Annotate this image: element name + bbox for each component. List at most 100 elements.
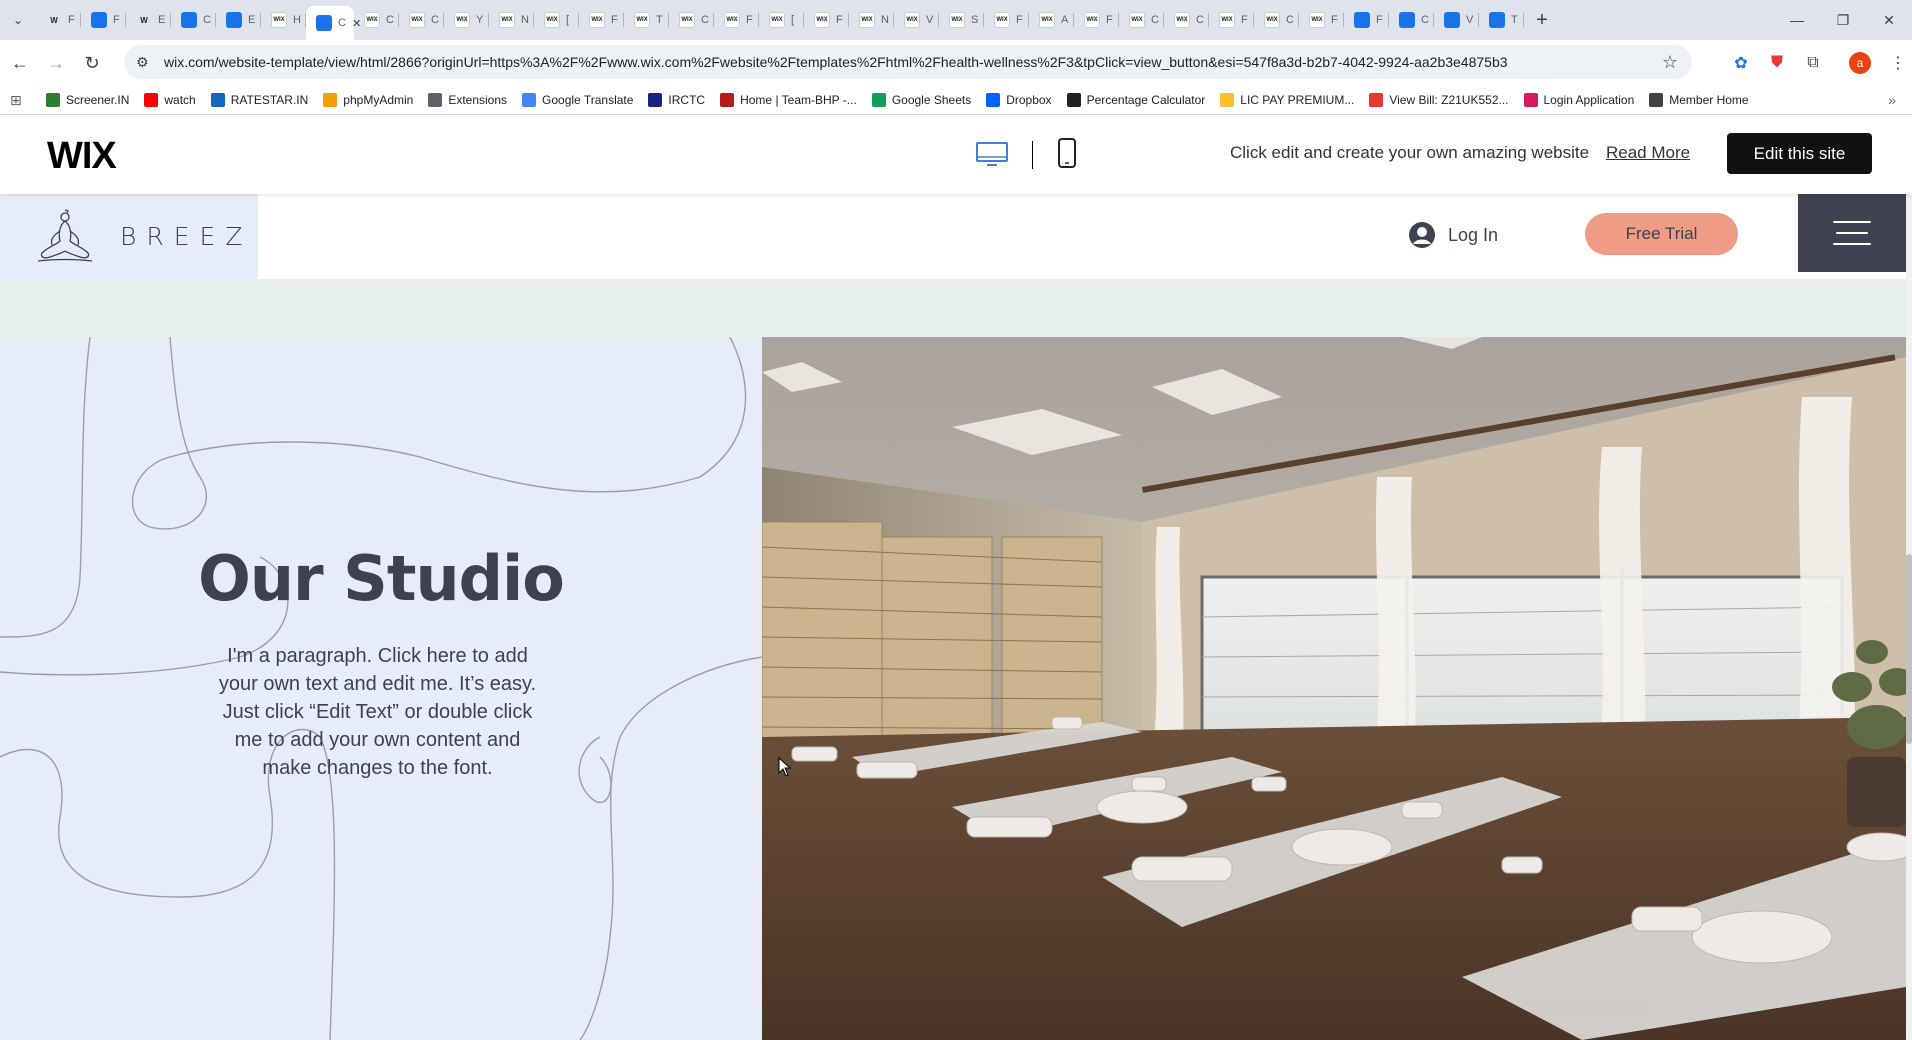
bookmark-item[interactable]: View Bill: Z21UK552... <box>1369 93 1509 107</box>
tab[interactable]: WIX N <box>489 5 534 35</box>
read-more-link[interactable]: Read More <box>1606 143 1690 163</box>
hamburger-menu-button[interactable] <box>1798 194 1906 272</box>
bookmark-favicon-icon <box>428 93 443 107</box>
tab-favicon-icon: W <box>50 15 58 25</box>
minimize-button[interactable]: — <box>1774 0 1820 40</box>
url-text[interactable]: wix.com/website-template/view/html/2866?… <box>164 54 1508 70</box>
tab-label: F <box>1241 14 1248 26</box>
tab[interactable]: C <box>1389 5 1434 35</box>
desktop-view-icon[interactable] <box>975 141 1009 167</box>
bookmark-item[interactable]: Google Sheets <box>871 93 971 107</box>
bookmark-item[interactable]: Percentage Calculator <box>1066 93 1206 107</box>
free-trial-button[interactable]: Free Trial <box>1585 213 1738 255</box>
scrollbar-thumb[interactable] <box>1906 554 1912 744</box>
hero-paragraph: I'm a paragraph. Click here to add your … <box>218 645 537 779</box>
bookmark-item[interactable]: Member Home <box>1649 93 1749 107</box>
tab-favicon-icon: WIX <box>859 12 875 28</box>
tab-active[interactable]: C ✕ <box>306 6 361 40</box>
bookmark-label: Percentage Calculator <box>1086 93 1206 107</box>
tab[interactable]: V <box>1434 5 1479 35</box>
bookmark-item[interactable]: phpMyAdmin <box>323 93 413 107</box>
tab-label: F <box>1106 14 1113 26</box>
shield-extension-icon[interactable]: ⛊ <box>1763 49 1791 77</box>
site-logo[interactable]: BREEZ <box>0 194 258 279</box>
tab[interactable]: WIX N <box>849 5 894 35</box>
tab-favicon-icon <box>1399 12 1415 28</box>
tab[interactable]: WIX C <box>1254 5 1299 35</box>
tab[interactable]: WF <box>36 5 81 35</box>
bookmark-item[interactable]: LIC PAY PREMIUM... <box>1220 93 1354 107</box>
tab-favicon-icon: WIX <box>1264 12 1280 28</box>
kebab-menu-icon[interactable]: ⋮ <box>1884 49 1912 77</box>
tab-label: [ <box>566 14 570 26</box>
bookmark-item[interactable]: RATESTAR.IN <box>210 93 308 107</box>
tab[interactable]: WIX V <box>894 5 939 35</box>
tab-label: T <box>1511 14 1518 26</box>
login-link[interactable]: Log In <box>1408 221 1498 249</box>
new-tab-button[interactable]: + <box>1524 0 1560 40</box>
bookmark-favicon-icon <box>210 93 225 107</box>
restore-button[interactable]: ❐ <box>1820 0 1866 40</box>
more-bookmarks-icon[interactable]: » <box>1888 92 1896 108</box>
tab-favicon-icon <box>1444 12 1460 28</box>
bookmark-star-icon[interactable]: ☆ <box>1662 52 1678 73</box>
tab[interactable]: WIX C <box>399 5 444 35</box>
tab-label: C <box>1196 14 1204 26</box>
edit-this-site-button[interactable]: Edit this site <box>1727 133 1872 174</box>
tab[interactable]: WIX F <box>714 5 759 35</box>
bookmark-item[interactable]: IRCTC <box>648 93 705 107</box>
tab[interactable]: WIX A <box>1029 5 1074 35</box>
tab[interactable]: WIX F <box>1074 5 1119 35</box>
tab[interactable]: WIX C <box>1164 5 1209 35</box>
tab[interactable]: WIX C <box>1119 5 1164 35</box>
profile-avatar[interactable]: a <box>1849 52 1871 74</box>
tab[interactable]: WIX T <box>624 5 669 35</box>
bookmark-item[interactable]: Dropbox <box>986 93 1052 107</box>
login-label[interactable]: Log In <box>1448 225 1498 246</box>
tab[interactable]: WIX [ <box>759 5 804 35</box>
tab[interactable]: T <box>1479 5 1524 35</box>
device-separator <box>1032 141 1033 169</box>
bookmark-item[interactable]: watch <box>144 93 196 107</box>
mobile-view-icon[interactable] <box>1057 137 1077 169</box>
tab[interactable]: F <box>81 5 126 35</box>
tab[interactable]: WIX F <box>804 5 849 35</box>
back-button[interactable]: ← <box>2 45 38 81</box>
bookmark-item[interactable]: Screener.IN <box>46 93 129 107</box>
tab-favicon-icon: WIX <box>1039 12 1055 28</box>
forward-button[interactable]: → <box>38 45 74 81</box>
tab[interactable]: WIX F <box>1299 5 1344 35</box>
tab[interactable]: WIX F <box>1209 5 1254 35</box>
tab[interactable]: E <box>216 5 261 35</box>
bookmark-favicon-icon <box>1523 93 1538 107</box>
tab[interactable]: F <box>1344 5 1389 35</box>
page-scrollbar[interactable] <box>1906 194 1912 1040</box>
tab[interactable]: WIX H <box>261 5 306 35</box>
tab-label: C <box>701 14 709 26</box>
site-info-icon[interactable]: ⚙ <box>136 54 156 71</box>
bookmark-item[interactable]: Google Translate <box>522 93 633 107</box>
tab-search-button[interactable]: ⌄ <box>0 0 36 40</box>
puzzle-extensions-icon[interactable]: ⧉ <box>1799 49 1827 77</box>
bookmark-label: Home | Team-BHP -... <box>740 93 857 107</box>
reload-button[interactable]: ↻ <box>74 45 110 81</box>
tab[interactable]: WIX [ <box>534 5 579 35</box>
wix-logo[interactable]: WIX <box>47 135 117 178</box>
meditation-figure-icon <box>37 209 93 262</box>
bookmark-item[interactable]: Home | Team-BHP -... <box>720 93 857 107</box>
bookmark-item[interactable]: Login Application <box>1523 93 1634 107</box>
tab[interactable]: WIX F <box>984 5 1029 35</box>
tab[interactable]: WIX C <box>669 5 714 35</box>
tab[interactable]: WIX S <box>939 5 984 35</box>
address-bar[interactable]: ⚙ wix.com/website-template/view/html/286… <box>124 45 1692 79</box>
tab[interactable]: WE <box>126 5 171 35</box>
apps-grid-icon[interactable]: ⊞ <box>10 92 32 109</box>
close-window-button[interactable]: ✕ <box>1866 0 1912 40</box>
tab[interactable]: WIX F <box>579 5 624 35</box>
tab[interactable]: C <box>171 5 216 35</box>
tab[interactable]: WIX C <box>354 5 399 35</box>
bookmark-item[interactable]: Extensions <box>428 93 507 107</box>
tab[interactable]: WIX Y <box>444 5 489 35</box>
tab-label: F <box>746 14 753 26</box>
extension-icon[interactable]: ✿ <box>1727 49 1755 77</box>
